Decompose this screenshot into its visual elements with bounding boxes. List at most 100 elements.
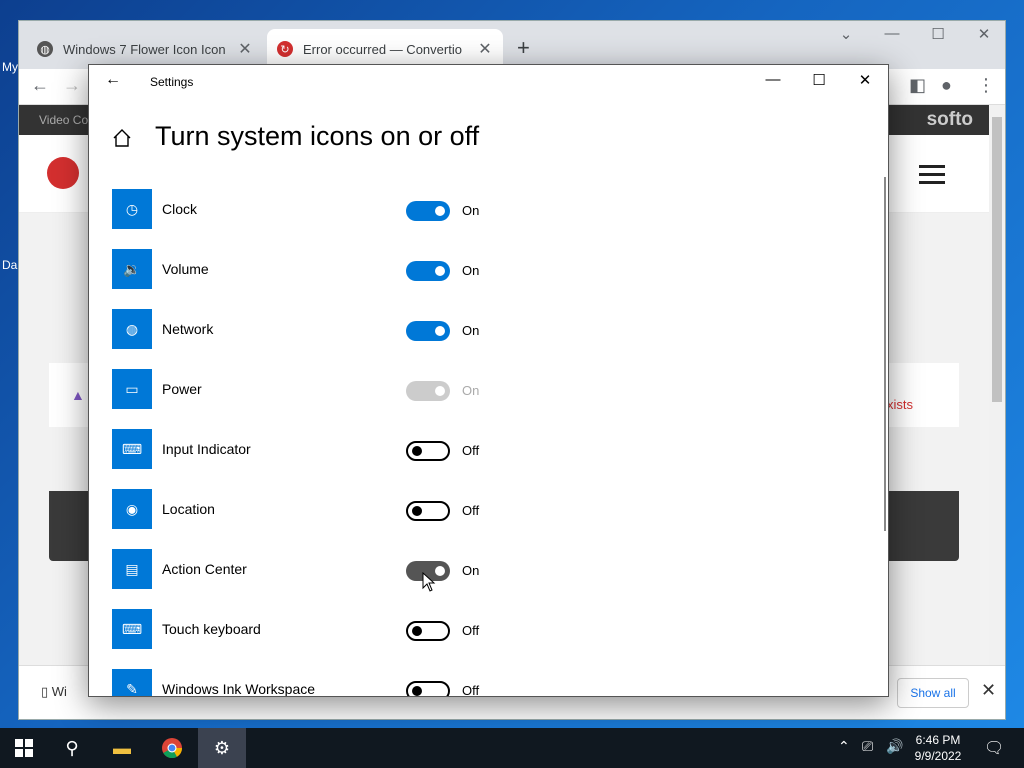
- tab-convertio[interactable]: ↻ Error occurred — Convertio ✕: [267, 29, 503, 69]
- close-icon[interactable]: ✕: [969, 25, 999, 43]
- settings-gear-icon[interactable]: ⚙: [198, 728, 246, 768]
- page-scrollbar[interactable]: [989, 105, 1005, 665]
- toggle-switch[interactable]: [406, 261, 450, 281]
- menu-dots-icon[interactable]: ⋮: [977, 75, 995, 96]
- clock-icon: ◷: [112, 189, 152, 229]
- toggle-knob: [435, 326, 445, 336]
- minimize-icon[interactable]: —: [877, 25, 907, 42]
- taskbar-clock[interactable]: 6:46 PM 9/9/2022: [906, 732, 970, 764]
- softo-logo[interactable]: softo: [927, 109, 973, 131]
- toggle-switch: [406, 381, 450, 401]
- location-icon: ◉: [112, 489, 152, 529]
- close-icon[interactable]: ✕: [845, 71, 885, 89]
- show-all-button[interactable]: Show all: [897, 678, 969, 708]
- image-icon: ▲: [71, 387, 85, 403]
- setting-label: Power: [162, 381, 202, 397]
- scrollbar-thumb[interactable]: [992, 117, 1002, 402]
- toggle-state-label: On: [462, 563, 480, 578]
- show-hidden-icons-icon[interactable]: ⌃: [838, 738, 850, 755]
- toggle-knob: [435, 206, 445, 216]
- mouse-cursor-icon: [422, 572, 436, 592]
- tab-close-icon[interactable]: ✕: [477, 39, 493, 59]
- tab-title: Windows 7 Flower Icon Icon: [63, 41, 226, 57]
- toggle-state-label: On: [462, 203, 480, 218]
- file-explorer-icon[interactable]: ▬: [98, 728, 146, 768]
- notification-center-icon[interactable]: 🗨: [984, 738, 1004, 758]
- toggle-knob: [412, 626, 422, 636]
- setting-label: Volume: [162, 261, 209, 277]
- volume-icon: 🔉: [112, 249, 152, 289]
- setting-label: Touch keyboard: [162, 621, 261, 637]
- setting-row: ⌨ Input Indicator Off: [112, 429, 812, 469]
- convertio-logo[interactable]: [47, 157, 79, 189]
- site-bar-text[interactable]: Video Co: [39, 113, 88, 127]
- profile-icon[interactable]: ●: [941, 75, 952, 96]
- setting-label: Location: [162, 501, 215, 517]
- setting-row: ✎ Windows Ink Workspace Off: [112, 669, 812, 697]
- minimize-icon[interactable]: —: [753, 71, 793, 88]
- toggle-knob: [412, 506, 422, 516]
- maximize-icon[interactable]: ☐: [799, 71, 839, 89]
- maximize-icon[interactable]: ☐: [923, 25, 953, 43]
- setting-label: Windows Ink Workspace: [162, 681, 316, 697]
- toggle-state-label: On: [462, 263, 480, 278]
- toggle-switch[interactable]: [406, 681, 450, 696]
- touch-keyboard-icon: ⌨: [112, 609, 152, 649]
- hamburger-menu-icon[interactable]: [919, 165, 945, 189]
- toggle-state-label: Off: [462, 683, 480, 697]
- network-tray-icon[interactable]: ⎚: [862, 738, 873, 755]
- toggle-state-label: Off: [462, 623, 480, 638]
- forward-arrow-icon[interactable]: →: [63, 75, 81, 96]
- settings-scrollbar[interactable]: [884, 177, 886, 531]
- error-message: xists: [887, 397, 913, 412]
- page-title: Turn system icons on or off: [155, 121, 480, 151]
- clock-date: 9/9/2022: [914, 749, 962, 763]
- download-file[interactable]: ▯ Wi: [41, 684, 67, 700]
- toggle-knob: [412, 686, 422, 696]
- toggle-switch[interactable]: [406, 201, 450, 221]
- download-bar-close-icon[interactable]: ✕: [981, 680, 996, 701]
- chrome-logo: [162, 738, 183, 759]
- setting-row: ⌨ Touch keyboard Off: [112, 609, 812, 649]
- chrome-icon[interactable]: [148, 728, 196, 768]
- setting-row: ◉ Location Off: [112, 489, 812, 529]
- tab-strip: ◍ Windows 7 Flower Icon Icon ✕ ↻ Error o…: [19, 21, 1005, 69]
- toggle-knob: [435, 566, 445, 576]
- search-icon[interactable]: ⚲: [48, 728, 96, 768]
- keyboard-icon: ⌨: [112, 429, 152, 469]
- globe-icon: ◍: [37, 41, 53, 57]
- chevron-down-icon[interactable]: ⌄: [831, 25, 861, 43]
- setting-row: ◷ Clock On: [112, 189, 812, 229]
- toggle-switch[interactable]: [406, 441, 450, 461]
- tab-title: Error occurred — Convertio: [303, 41, 462, 57]
- back-arrow-icon[interactable]: ←: [31, 75, 49, 96]
- toggle-knob: [435, 386, 445, 396]
- windows-logo-icon: [15, 739, 33, 757]
- settings-window: ← Settings — ☐ ✕ Turn system icons on or…: [88, 64, 889, 697]
- network-icon: ◍: [112, 309, 152, 349]
- download-file-name: Wi: [51, 684, 67, 699]
- setting-row: 🔉 Volume On: [112, 249, 812, 289]
- app-title: Settings: [150, 75, 194, 89]
- desktop-label-1[interactable]: My: [2, 60, 18, 74]
- new-tab-icon[interactable]: +: [517, 35, 530, 61]
- setting-row: ▤ Action Center On: [112, 549, 812, 589]
- toggle-switch[interactable]: [406, 621, 450, 641]
- home-icon[interactable]: [111, 127, 133, 149]
- setting-label: Clock: [162, 201, 198, 217]
- volume-tray-icon[interactable]: 🔊: [886, 738, 903, 755]
- start-button[interactable]: [0, 728, 48, 768]
- toggle-switch[interactable]: [406, 321, 450, 341]
- setting-label: Input Indicator: [162, 441, 251, 457]
- toggle-state-label: On: [462, 323, 480, 338]
- power-icon: ▭: [112, 369, 152, 409]
- setting-label: Action Center: [162, 561, 247, 577]
- back-arrow-icon[interactable]: ←: [105, 71, 121, 89]
- tab-close-icon[interactable]: ✕: [237, 39, 253, 59]
- side-panel-icon[interactable]: ◧: [909, 75, 926, 96]
- clock-time: 6:46 PM: [915, 733, 961, 747]
- tab-flower-icon[interactable]: ◍ Windows 7 Flower Icon Icon ✕: [27, 29, 263, 69]
- desktop-label-2[interactable]: Da: [2, 258, 17, 272]
- setting-row: ▭ Power On: [112, 369, 812, 409]
- toggle-switch[interactable]: [406, 501, 450, 521]
